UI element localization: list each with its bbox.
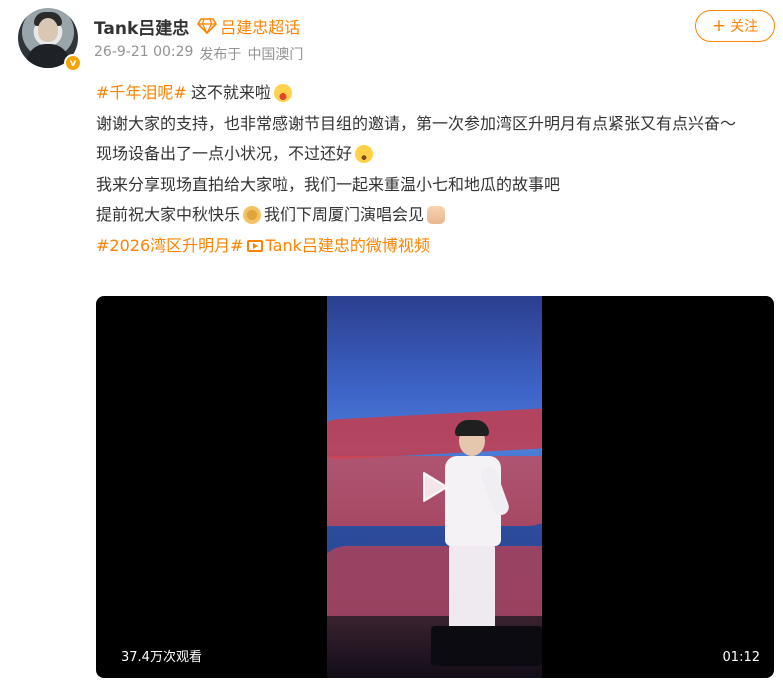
post-content: #千年泪呢# 这不就来啦 谢谢大家的支持，也非常感谢节目组的邀请，第一次参加湾区… [96, 78, 776, 261]
location-prefix: 发布于 [199, 47, 242, 63]
stage-speaker [431, 626, 542, 666]
singer-figure [449, 544, 495, 634]
video-player[interactable]: 37.4万次观看 01:12 [96, 296, 774, 678]
content-line-1: #千年泪呢# 这不就来啦 [96, 78, 776, 109]
content-line-3: 现场设备出了一点小状况，不过还好 [96, 139, 776, 170]
content-line-6: #2026湾区升明月# Tank吕建忠的微博视频 [96, 231, 776, 262]
stage-backdrop [327, 407, 542, 461]
verified-badge-icon: v [64, 54, 82, 72]
video-icon [246, 239, 263, 252]
diamond-icon [197, 18, 218, 34]
play-icon[interactable] [415, 468, 453, 506]
content-line-2: 谢谢大家的支持，也非常感谢节目组的邀请，第一次参加湾区升明月有点紧张又有点兴奋～ [96, 113, 737, 133]
hashtag-link[interactable]: #2026湾区升明月# [96, 231, 244, 262]
post-meta: 26-9-21 00:29 发布于 中国澳门 [94, 44, 303, 64]
content-text: 现场设备出了一点小状况，不过还好 [96, 144, 353, 163]
wonder-emoji-icon [355, 145, 374, 164]
content-text: 这不就来啦 [190, 83, 271, 102]
stage-backdrop [327, 546, 542, 626]
singer-figure [455, 420, 489, 436]
view-count: 37.4万次观看 [121, 650, 202, 665]
post-timestamp[interactable]: 26-9-21 00:29 [94, 44, 193, 64]
username[interactable]: Tank吕建忠 [94, 14, 189, 39]
mooncake-emoji-icon [243, 206, 262, 225]
avatar-face [38, 18, 58, 42]
post-location: 中国澳门 [247, 47, 304, 63]
follow-button[interactable]: + 关注 [695, 10, 775, 42]
follow-label: 关注 [730, 19, 759, 35]
post-header: v Tank吕建忠 吕建忠超话 26-9-21 00:29 发布于 中国澳门 +… [18, 8, 775, 74]
content-line-4: 我来分享现场直拍给大家啦，我们一起来重温小七和地瓜的故事吧 [96, 174, 561, 194]
super-topic-link[interactable]: 吕建忠超话 [220, 14, 300, 38]
hashtag-link[interactable]: #千年泪呢# [96, 78, 187, 109]
video-duration: 01:12 [722, 650, 760, 665]
content-line-5: 提前祝大家中秋快乐 我们下周厦门演唱会见 [96, 200, 776, 231]
plus-icon: + [711, 15, 727, 36]
video-link-label: Tank吕建忠的微博视频 [265, 235, 430, 255]
laugh-emoji-icon [273, 84, 292, 103]
video-link[interactable]: Tank吕建忠的微博视频 [244, 231, 430, 262]
content-text: 提前祝大家中秋快乐 [96, 205, 241, 224]
hand-emoji-icon [427, 206, 446, 225]
content-text: 我们下周厦门演唱会见 [264, 205, 425, 224]
name-row: Tank吕建忠 吕建忠超话 [94, 14, 300, 39]
